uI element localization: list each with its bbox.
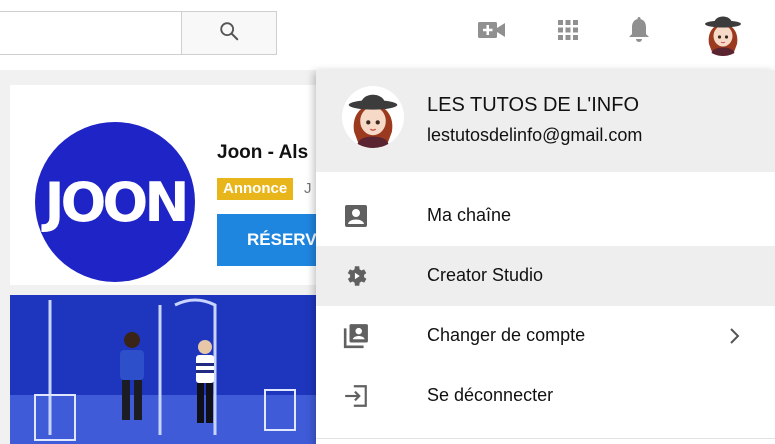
menu-item-switch-account[interactable]: Changer de compte: [316, 306, 775, 366]
ad-badge: Annonce: [217, 178, 294, 200]
account-menu: LES TUTOS DE L'INFO lestutosdelinfo@gmai…: [316, 70, 775, 444]
notifications-button[interactable]: [623, 16, 655, 48]
ad-logo[interactable]: JOON: [35, 122, 195, 282]
gear-icon: [342, 262, 370, 290]
masthead: [0, 0, 775, 70]
menu-item-my-channel[interactable]: Ma chaîne: [316, 186, 775, 246]
search-icon: [218, 20, 240, 47]
video-thumbnail[interactable]: [10, 295, 320, 444]
menu-item-label: Ma chaîne: [427, 205, 512, 225]
menu-item-sign-out[interactable]: Se déconnecter: [316, 366, 775, 426]
apps-button[interactable]: [552, 16, 584, 48]
menu-item-label: Creator Studio: [427, 265, 544, 285]
search-input[interactable]: [0, 11, 182, 55]
menu-item-label: Changer de compte: [427, 325, 586, 345]
avatar: [342, 86, 404, 148]
switch-account-icon: [342, 322, 370, 350]
upload-video-button[interactable]: [476, 16, 508, 48]
youtube-page: JOON Joon - Als Annonce J RÉSERV LES TUT…: [0, 0, 775, 444]
notifications-bell-icon: [628, 16, 650, 48]
sign-out-icon: [342, 382, 370, 410]
upload-video-icon: [478, 20, 506, 45]
ad-cta-button[interactable]: RÉSERV: [217, 214, 327, 266]
account-name: LES TUTOS DE L'INFO: [427, 94, 640, 116]
avatar: [700, 10, 746, 56]
ad-source: J: [304, 180, 312, 197]
account-box-icon: [342, 202, 370, 230]
ad-title[interactable]: Joon - Als: [217, 142, 308, 164]
ad-logo-text: JOON: [44, 170, 189, 234]
video-thumbnail-image: [10, 295, 320, 444]
account-avatar-button[interactable]: [700, 10, 746, 56]
chevron-right-icon: [724, 324, 746, 348]
account-email: lestutosdelinfo@gmail.com: [427, 125, 643, 145]
account-menu-header: LES TUTOS DE L'INFO lestutosdelinfo@gmai…: [316, 70, 775, 172]
search-button[interactable]: [181, 11, 277, 55]
apps-grid-icon: [557, 19, 579, 46]
menu-divider: [316, 438, 775, 439]
menu-item-label: Se déconnecter: [427, 385, 554, 405]
menu-item-creator-studio[interactable]: Creator Studio: [316, 246, 775, 306]
